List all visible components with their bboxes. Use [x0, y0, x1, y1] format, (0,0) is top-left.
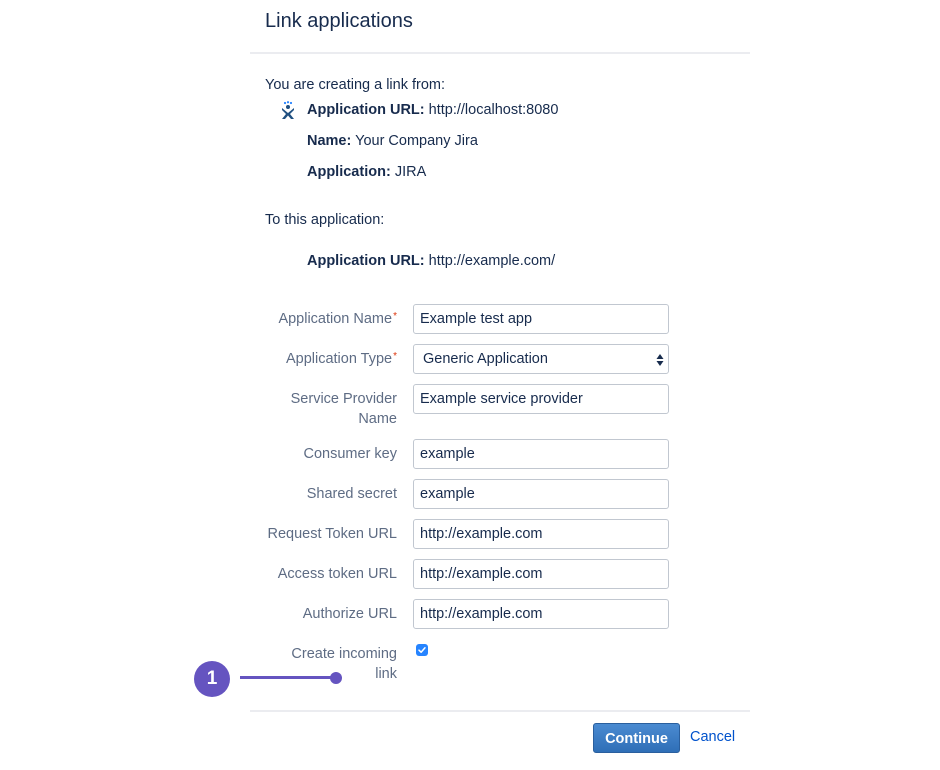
- required-marker: *: [393, 311, 397, 322]
- required-marker: *: [393, 351, 397, 362]
- callout-badge: 1: [194, 661, 230, 697]
- callout-line: [240, 676, 335, 679]
- from-application: Application: JIRA: [307, 164, 426, 180]
- service-provider-name-input[interactable]: Example service provider: [413, 384, 669, 414]
- shared-secret-label: Shared secret: [306, 486, 397, 502]
- checkmark-icon: [418, 647, 426, 653]
- from-application-label: Application:: [307, 164, 391, 180]
- select-arrows-icon: [656, 354, 664, 366]
- authorize-url-label: Authorize URL: [302, 606, 397, 622]
- from-name-value: Your Company Jira: [355, 133, 478, 149]
- service-provider-name-label: Service Provider Name: [290, 391, 397, 427]
- access-token-url-input[interactable]: http://example.com: [413, 559, 669, 589]
- jira-logo-icon: [282, 101, 294, 119]
- request-token-url-input[interactable]: http://example.com: [413, 519, 669, 549]
- consumer-key-input[interactable]: example: [413, 439, 669, 469]
- consumer-key-label: Consumer key: [303, 446, 397, 462]
- callout-dot: [330, 672, 342, 684]
- application-type-value: Generic Application: [423, 351, 548, 367]
- cancel-link[interactable]: Cancel: [690, 729, 735, 745]
- application-name-label: Application Name*: [278, 311, 397, 327]
- application-name-input[interactable]: Example test app: [413, 304, 669, 334]
- from-application-url-value: http://localhost:8080: [428, 102, 559, 118]
- from-application-url: Application URL: http://localhost:8080: [307, 102, 558, 118]
- from-name: Name: Your Company Jira: [307, 133, 478, 149]
- to-application-url: Application URL: http://example.com/: [307, 253, 555, 269]
- page-title: Link applications: [265, 10, 413, 32]
- application-type-select[interactable]: Generic Application: [413, 344, 669, 374]
- shared-secret-input[interactable]: example: [413, 479, 669, 509]
- from-application-value: JIRA: [394, 164, 427, 180]
- request-token-url-label: Request Token URL: [267, 526, 397, 542]
- to-application-url-value: http://example.com/: [428, 253, 556, 269]
- footer-divider: [250, 710, 750, 712]
- to-intro: To this application:: [265, 212, 385, 228]
- application-type-label: Application Type*: [285, 351, 397, 367]
- authorize-url-input[interactable]: http://example.com: [413, 599, 669, 629]
- from-application-url-label: Application URL:: [307, 102, 425, 118]
- continue-button[interactable]: Continue: [593, 723, 680, 753]
- access-token-url-label: Access token URL: [277, 566, 397, 582]
- to-application-url-label: Application URL:: [307, 253, 425, 269]
- from-intro: You are creating a link from:: [265, 77, 446, 93]
- from-name-label: Name:: [307, 133, 352, 149]
- create-incoming-link-checkbox[interactable]: [416, 644, 428, 656]
- header-divider: [250, 52, 750, 54]
